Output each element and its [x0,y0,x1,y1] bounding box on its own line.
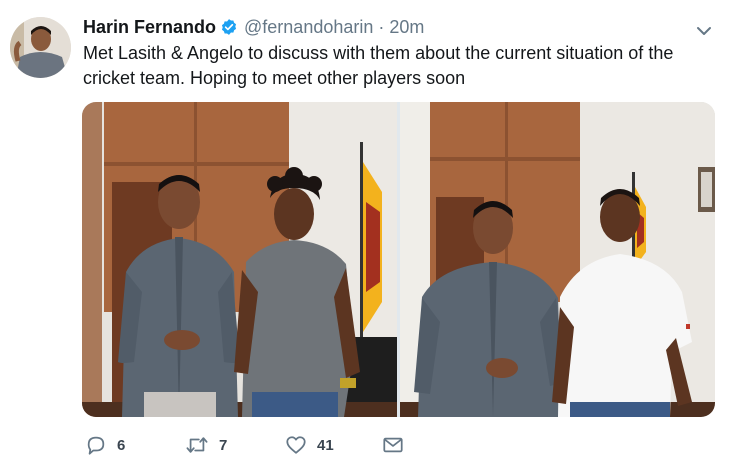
author-handle[interactable]: @fernandoharin [244,17,373,38]
tweet-header: Harin Fernando @fernandoharin · 20m [83,15,424,39]
retweet-button[interactable]: 7 [185,434,285,456]
author-name[interactable]: Harin Fernando [83,17,216,38]
tweet-text: Met Lasith & Angelo to discuss with them… [83,43,674,88]
tweet-actions: 6 7 41 [85,432,404,458]
heart-icon [285,434,307,456]
separator-dot: · [378,16,385,37]
direct-message-button[interactable] [382,434,404,456]
reply-button[interactable]: 6 [85,434,185,456]
reply-count: 6 [117,436,126,454]
timestamp[interactable]: 20m [389,17,424,38]
media-gallery [82,102,715,417]
tweet-photo-2[interactable] [400,102,715,417]
chevron-down-icon[interactable] [693,20,715,42]
verified-icon [220,18,238,36]
retweet-count: 7 [219,436,228,454]
reply-icon [85,434,107,456]
like-count: 41 [317,436,334,454]
avatar[interactable] [10,17,71,78]
mail-icon [382,434,404,456]
like-button[interactable]: 41 [285,434,382,456]
tweet-photo-1[interactable] [82,102,397,417]
retweet-icon [185,434,209,456]
tweet-card[interactable]: Harin Fernando @fernandoharin · 20m Met … [0,0,733,464]
